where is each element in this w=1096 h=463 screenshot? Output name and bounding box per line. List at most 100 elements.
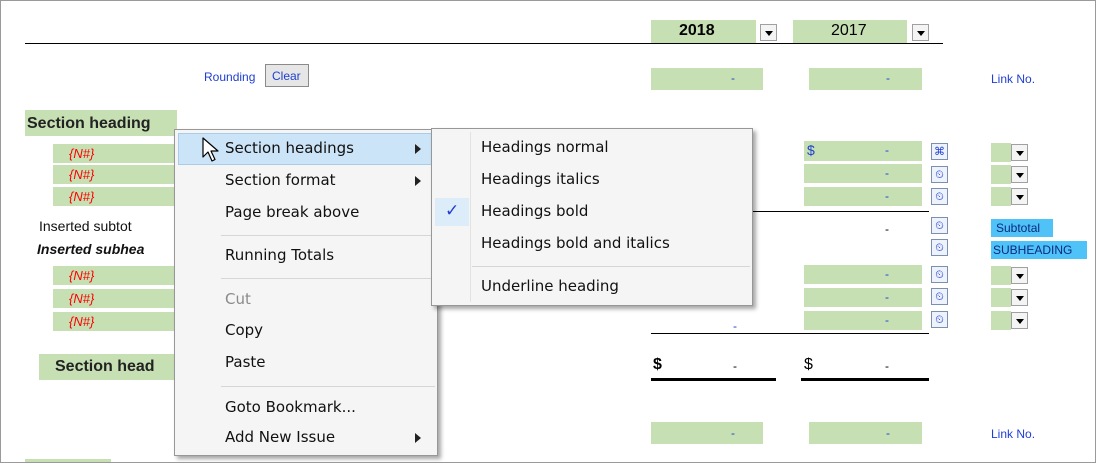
rounding-2018-cell[interactable]	[651, 68, 763, 90]
right-cell-row1[interactable]	[991, 143, 1011, 162]
subtotal-2017-dash: -	[885, 222, 889, 236]
clear-button-label: Clear	[272, 69, 301, 83]
right-cell-row2[interactable]	[991, 165, 1011, 184]
menu-item-cut[interactable]: Cut	[225, 286, 251, 313]
val-2017-row6[interactable]	[804, 311, 922, 330]
menu-item-page-break-above[interactable]: Page break above	[225, 199, 359, 226]
menu-separator-3	[221, 386, 435, 387]
menu-submenu-arrow-section-headings	[415, 144, 421, 154]
menu-separator-2	[221, 278, 435, 279]
rounding-2017-cell[interactable]	[809, 68, 922, 90]
tag-row-5: {N#}	[69, 291, 95, 306]
rounding-label: Rounding	[204, 70, 256, 84]
bottom-2017-dash: -	[886, 426, 890, 440]
year-2017-label: 2017	[831, 22, 867, 39]
val-2017-row1-dash: -	[885, 143, 889, 157]
total-2017-dash: -	[885, 359, 889, 373]
val-2017-row3[interactable]	[804, 187, 922, 206]
val-2017-row4[interactable]	[804, 265, 922, 284]
subtotal-badge[interactable]: Subtotal	[991, 219, 1053, 237]
rounding-2018-value: -	[731, 71, 735, 85]
submenu-separator	[472, 266, 750, 267]
year-2017-dropdown[interactable]	[912, 24, 929, 41]
val-2017-row1[interactable]	[804, 141, 922, 161]
val-2017-row2[interactable]	[804, 164, 922, 183]
clear-button[interactable]: Clear	[265, 64, 309, 87]
right-dropdown-row4[interactable]	[1011, 267, 1028, 284]
spreadsheet-view: 2018 2017 Rounding Clear - - Link No. Se…	[0, 0, 1096, 463]
link-icon-row5[interactable]: ⏲	[931, 239, 948, 256]
menu-item-section-format[interactable]: Section format	[225, 167, 336, 194]
bottom-2017-cell[interactable]	[809, 422, 922, 444]
link-key-icon[interactable]: ⌘	[931, 143, 948, 160]
link-icon-row8[interactable]: ⏲	[931, 311, 948, 328]
link-no-bottom[interactable]: Link No.	[991, 427, 1035, 441]
menu-submenu-arrow-add-new-issue	[415, 433, 421, 443]
right-cell-row5[interactable]	[991, 288, 1011, 307]
total-2017-dollar: $	[804, 356, 813, 373]
submenu-item-headings-bold[interactable]: Headings bold	[481, 198, 588, 225]
submenu-item-headings-bold-italics[interactable]: Headings bold and italics	[481, 230, 670, 257]
context-menu: Section headings Section format Page bre…	[174, 129, 438, 456]
inserted-subtotal-label[interactable]: Inserted subtot	[39, 218, 132, 234]
year-2018-dropdown[interactable]	[760, 24, 777, 41]
total-2018-dash: -	[733, 359, 737, 373]
link-icon-row2[interactable]: ⏲	[931, 166, 948, 183]
menu-item-running-totals[interactable]: Running Totals	[225, 242, 334, 269]
header-rule	[25, 43, 943, 44]
val-2017-row4-dash: -	[885, 267, 889, 281]
total-rule-2018	[651, 378, 776, 381]
link-no-top[interactable]: Link No.	[991, 72, 1035, 86]
right-dropdown-row3[interactable]	[1011, 188, 1028, 205]
link-icon-row3[interactable]: ⏲	[931, 188, 948, 205]
right-dropdown-row5[interactable]	[1011, 289, 1028, 306]
link-icon-row4[interactable]: ⏲	[931, 217, 948, 234]
subheading-badge[interactable]: SUBHEADING	[991, 241, 1087, 259]
val-2017-row3-dash: -	[885, 189, 889, 203]
row6-rule	[651, 333, 929, 334]
submenu-gutter-line	[470, 132, 471, 302]
menu-submenu-arrow-section-format	[415, 176, 421, 186]
menu-item-section-headings[interactable]: Section headings	[225, 135, 354, 162]
right-dropdown-row2[interactable]	[1011, 166, 1028, 183]
subtotal-badge-label: Subtotal	[996, 221, 1041, 235]
year-2018-label: 2018	[679, 22, 715, 39]
section-total-label: Section head	[55, 358, 155, 375]
right-cell-row3[interactable]	[991, 187, 1011, 206]
menu-item-paste[interactable]: Paste	[225, 349, 266, 376]
submenu-item-headings-italics[interactable]: Headings italics	[481, 166, 600, 193]
menu-item-copy[interactable]: Copy	[225, 317, 263, 344]
subheading-badge-label: SUBHEADING	[993, 243, 1073, 257]
tag-row-4: {N#}	[69, 268, 95, 283]
menu-separator-1	[221, 235, 435, 236]
val-2018-row6-dash: -	[733, 319, 737, 333]
val-2017-row5[interactable]	[804, 288, 922, 307]
mouse-cursor-icon	[202, 137, 219, 162]
bottom-2018-dash: -	[731, 426, 735, 440]
bottom-left-cell[interactable]	[25, 459, 111, 462]
right-cell-row6[interactable]	[991, 311, 1011, 330]
checkmark-icon: ✓	[445, 201, 460, 221]
tag-row-6: {N#}	[69, 314, 95, 329]
menu-item-goto-bookmark[interactable]: Goto Bookmark...	[225, 394, 356, 421]
link-icon-row6[interactable]: ⏲	[931, 266, 948, 283]
submenu-item-underline-heading[interactable]: Underline heading	[481, 273, 619, 300]
val-2017-row1-dollar: $	[807, 142, 815, 158]
val-2017-row5-dash: -	[885, 290, 889, 304]
menu-item-add-new-issue[interactable]: Add New Issue	[225, 424, 335, 451]
val-2017-row2-dash: -	[885, 166, 889, 180]
submenu-item-headings-normal[interactable]: Headings normal	[481, 134, 609, 161]
inserted-subheading-label[interactable]: Inserted subhea	[37, 241, 144, 257]
total-rule-2017	[801, 378, 929, 381]
bottom-2018-cell[interactable]	[651, 422, 763, 444]
val-2017-row6-dash: -	[885, 313, 889, 327]
total-2018-dollar: $	[653, 356, 662, 373]
link-icon-row7[interactable]: ⏲	[931, 288, 948, 305]
section-headings-submenu: Headings normal Headings italics ✓ Headi…	[431, 128, 753, 306]
section-heading-label: Section heading	[27, 115, 151, 132]
right-dropdown-row1[interactable]	[1011, 144, 1028, 161]
tag-row-1: {N#}	[69, 146, 95, 161]
rounding-2017-value: -	[886, 71, 890, 85]
right-cell-row4[interactable]	[991, 266, 1011, 285]
right-dropdown-row6[interactable]	[1011, 312, 1028, 329]
